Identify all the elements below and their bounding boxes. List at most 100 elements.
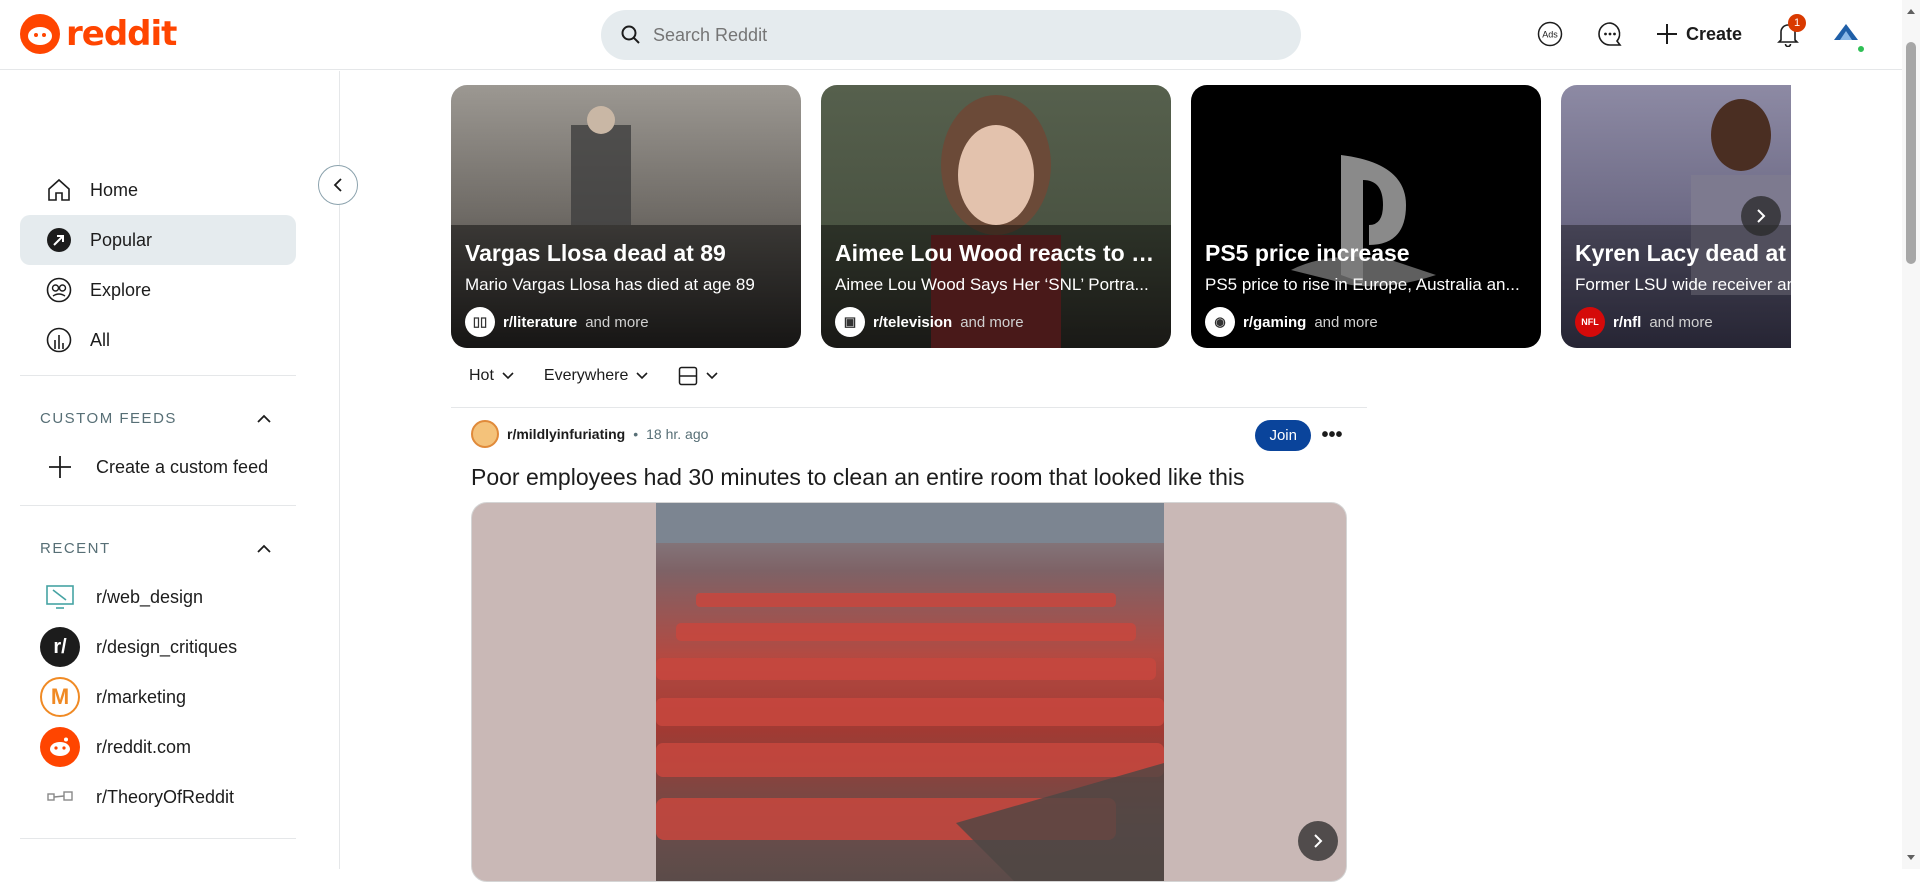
scroll-up-arrow-icon [1907, 9, 1915, 14]
card-meta: NFL r/nfl and more [1575, 307, 1713, 337]
chat-button[interactable] [1590, 14, 1630, 54]
card-more: and more [1649, 313, 1713, 331]
nav-all-label: All [90, 329, 111, 350]
online-status-dot [1856, 44, 1866, 54]
card-more: and more [1314, 313, 1378, 331]
reddit-snoo-icon [40, 727, 80, 767]
page-scrollbar[interactable] [1902, 0, 1920, 869]
sort-dropdown[interactable]: Hot [469, 367, 514, 385]
collapse-sidebar-button[interactable] [318, 165, 358, 205]
trending-card[interactable]: Vargas Llosa dead at 89 Mario Vargas Llo… [451, 85, 801, 348]
literature-icon: ▯▯ [465, 307, 495, 337]
join-button[interactable]: Join [1255, 420, 1311, 451]
view-mode-dropdown[interactable] [678, 366, 718, 386]
recent-item-theory-of-reddit[interactable]: r/TheoryOfReddit [40, 777, 234, 817]
chevron-down-icon [706, 372, 718, 380]
ads-icon: Ads [1537, 21, 1563, 47]
top-actions: Ads Create 1 [1530, 14, 1866, 54]
nav-home-label: Home [90, 179, 139, 200]
nav-popular-label: Popular [90, 229, 153, 250]
card-subreddit: r/literature [503, 313, 578, 331]
chevron-down-icon [636, 372, 648, 380]
card-subreddit: r/gaming [1243, 313, 1307, 331]
television-icon: ▣ [835, 307, 865, 337]
card-title: PS5 price increase [1205, 240, 1410, 266]
custom-feeds-header[interactable]: CUSTOM FEEDS [40, 410, 272, 427]
sidebar-divider [20, 505, 296, 506]
chevron-right-icon [1314, 834, 1323, 848]
plus-icon [1656, 24, 1677, 44]
post-time: 18 hr. ago [646, 426, 709, 442]
post-media[interactable] [471, 502, 1347, 882]
search-bar[interactable] [601, 10, 1301, 60]
card-subreddit: r/television [873, 313, 953, 331]
all-icon [46, 327, 72, 353]
logo-text: reddit [66, 14, 177, 54]
create-button[interactable]: Create [1650, 14, 1748, 54]
post-subreddit[interactable]: r/mildlyinfuriating [507, 426, 625, 442]
chevron-down-icon [502, 372, 514, 380]
nfl-icon: NFL [1575, 307, 1605, 337]
card-title: Aimee Lou Wood reacts to S... [835, 240, 1165, 266]
recent-title: RECENT [40, 540, 111, 557]
card-more: and more [960, 313, 1024, 331]
location-dropdown[interactable]: Everywhere [544, 367, 648, 385]
trending-card[interactable]: PS5 price increase PS5 price to rise in … [1191, 85, 1541, 348]
post-title[interactable]: Poor employees had 30 minutes to clean a… [471, 464, 1347, 491]
post-options-button[interactable]: ••• [1317, 420, 1347, 450]
card-meta: ▯▯ r/literature and more [465, 307, 649, 337]
card-description: Aimee Lou Wood Says Her ‘SNL’ Portra... [835, 275, 1149, 294]
reddit-logo[interactable]: reddit [20, 14, 177, 54]
recent-header[interactable]: RECENT [40, 540, 272, 557]
card-meta: ◉ r/gaming and more [1205, 307, 1378, 337]
web-design-icon [40, 577, 80, 617]
sort-label: Hot [469, 367, 494, 384]
nav-all[interactable]: All [20, 315, 296, 365]
marketing-icon: M [40, 677, 80, 717]
nav-explore[interactable]: Explore [20, 265, 296, 315]
recent-item-label: r/reddit.com [96, 736, 192, 757]
recent-item-web-design[interactable]: r/web_design [40, 577, 203, 617]
gaming-icon: ◉ [1205, 307, 1235, 337]
notifications-button[interactable]: 1 [1768, 14, 1808, 54]
nav-home[interactable]: Home [20, 165, 296, 215]
custom-feeds-title: CUSTOM FEEDS [40, 410, 177, 427]
chevron-up-icon [257, 544, 271, 553]
nav-popular[interactable]: Popular [20, 215, 296, 265]
main-nav: Home Popular Explore All [20, 165, 296, 365]
card-more: and more [585, 313, 649, 331]
ads-button[interactable]: Ads [1530, 14, 1570, 54]
card-subreddit: r/nfl [1613, 313, 1642, 331]
recent-item-label: r/TheoryOfReddit [96, 786, 235, 807]
card-description: Mario Vargas Llosa has died at age 89 [465, 275, 755, 294]
sidebar-divider [20, 375, 296, 376]
carousel-next-button[interactable] [1741, 196, 1781, 236]
card-meta: ▣ r/television and more [835, 307, 1024, 337]
card-title: Vargas Llosa dead at 89 [465, 240, 726, 266]
chat-icon [1598, 22, 1622, 46]
recent-item-label: r/web_design [96, 586, 204, 607]
recent-item-marketing[interactable]: M r/marketing [40, 677, 186, 717]
recent-item-label: r/design_critiques [96, 636, 238, 657]
design-critiques-icon: r/ [40, 627, 80, 667]
media-next-button[interactable] [1298, 821, 1338, 861]
feed-divider [451, 407, 1367, 408]
recent-item-design-critiques[interactable]: r/ r/design_critiques [40, 627, 237, 667]
search-input[interactable] [653, 24, 1253, 46]
recent-item-reddit-com[interactable]: r/reddit.com [40, 727, 191, 767]
search-icon [621, 25, 640, 44]
user-avatar[interactable] [1828, 16, 1866, 54]
left-sidebar: Home Popular Explore All CUSTOM FEEDS Cr… [0, 71, 340, 869]
trending-card[interactable]: Aimee Lou Wood reacts to S... Aimee Lou … [821, 85, 1171, 348]
sidebar-divider [20, 838, 296, 839]
popular-icon [47, 228, 71, 252]
plus-icon [49, 456, 71, 478]
reddit-snoo-icon [20, 14, 60, 54]
create-custom-feed-label: Create a custom feed [96, 456, 269, 477]
scrollbar-thumb[interactable] [1906, 42, 1916, 264]
mildlyinfuriating-icon[interactable] [471, 420, 499, 448]
create-custom-feed[interactable]: Create a custom feed [40, 447, 268, 487]
post-card[interactable]: r/mildlyinfuriating • 18 hr. ago Join ••… [471, 418, 1347, 882]
trending-carousel: Vargas Llosa dead at 89 Mario Vargas Llo… [451, 85, 1791, 348]
home-icon [48, 178, 70, 201]
